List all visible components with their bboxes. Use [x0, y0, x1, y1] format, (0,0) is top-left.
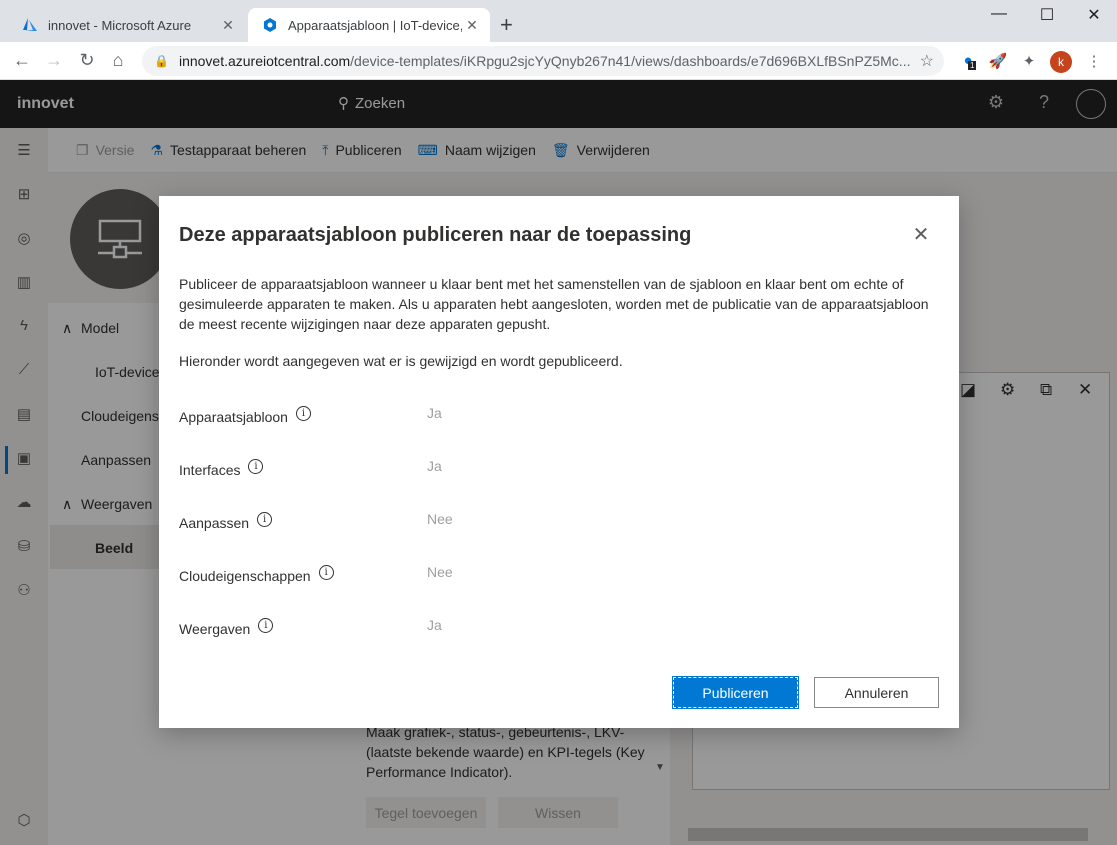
publish-dialog: Deze apparaatsjabloon publiceren naar de… [159, 196, 959, 728]
row-value: Ja [427, 458, 442, 474]
row-value: Nee [427, 564, 453, 580]
rocket-extension-icon[interactable]: 🚀 [988, 52, 1008, 72]
row-label: Interfaces [179, 462, 241, 478]
row-value: Ja [427, 405, 442, 421]
azure-icon [22, 17, 38, 33]
reload-icon[interactable]: ↻ [75, 50, 99, 71]
browser-tab-azure[interactable]: innovet - Microsoft Azure ✕ [8, 8, 246, 42]
close-tab-icon[interactable]: ✕ [218, 17, 238, 34]
publish-button[interactable]: Publiceren [672, 676, 799, 709]
change-row-cloud-properties: Cloudeigenschappen i Nee [179, 564, 919, 588]
change-row-customize: Aanpassen i Nee [179, 511, 919, 535]
lock-icon: 🔒 [154, 54, 169, 68]
address-bar[interactable]: 🔒 innovet.azureiotcentral.com/device-tem… [142, 46, 944, 76]
close-window-icon[interactable]: ✕ [1071, 5, 1117, 25]
home-icon[interactable]: ⌂ [106, 50, 130, 71]
new-tab-button[interactable]: + [500, 12, 513, 38]
browser-menu-icon[interactable]: ⋮ [1084, 52, 1104, 72]
extension-badge-icon[interactable]: ● 1 [958, 52, 978, 72]
close-icon[interactable]: ✕ [909, 222, 933, 247]
row-label: Cloudeigenschappen [179, 568, 311, 584]
info-icon[interactable]: i [295, 405, 311, 421]
dialog-description: Publiceer de apparaatsjabloon wanneer u … [179, 276, 929, 332]
dialog-title: Deze apparaatsjabloon publiceren naar de… [179, 224, 692, 246]
row-value: Nee [427, 511, 453, 527]
cancel-button[interactable]: Annuleren [814, 677, 939, 708]
row-label: Apparaatsjabloon [179, 409, 288, 425]
puzzle-extensions-icon[interactable]: ✦ [1019, 52, 1039, 72]
browser-toolbar: ← → ↻ ⌂ 🔒 innovet.azureiotcentral.com/de… [0, 42, 1117, 80]
row-label: Aanpassen [179, 515, 250, 531]
minimize-icon[interactable]: — [976, 5, 1022, 23]
close-tab-icon[interactable]: ✕ [462, 17, 482, 34]
tab-title: Apparaatsjabloon | IoT-device, in [288, 17, 462, 33]
tab-title: innovet - Microsoft Azure [48, 17, 192, 33]
maximize-icon[interactable]: ☐ [1024, 5, 1070, 25]
bookmark-star-icon[interactable]: ☆ [920, 51, 934, 71]
profile-avatar[interactable]: k [1050, 51, 1072, 73]
row-value: Ja [427, 617, 442, 633]
info-icon[interactable]: i [257, 511, 273, 527]
browser-tab-strip: innovet - Microsoft Azure ✕ Apparaatsjab… [0, 0, 1117, 42]
info-icon[interactable]: i [258, 617, 274, 633]
browser-tab-iotcentral[interactable]: Apparaatsjabloon | IoT-device, in ✕ [248, 8, 490, 42]
info-icon[interactable]: i [318, 564, 334, 580]
info-icon[interactable]: i [248, 458, 264, 474]
back-icon[interactable]: ← [10, 50, 34, 71]
change-row-views: Weergaven i Ja [179, 617, 919, 641]
url-text: innovet.azureiotcentral.com/device-templ… [178, 53, 911, 69]
forward-icon[interactable]: → [42, 50, 66, 71]
change-row-interfaces: Interfaces i Ja [179, 458, 919, 482]
extension-badge-count: 1 [968, 61, 977, 70]
row-label: Weergaven [179, 621, 251, 637]
iot-central-icon [262, 17, 278, 33]
change-row-template: Apparaatsjabloon i Ja [179, 405, 919, 429]
dialog-subtitle: Hieronder wordt aangegeven wat er is gew… [179, 353, 623, 369]
